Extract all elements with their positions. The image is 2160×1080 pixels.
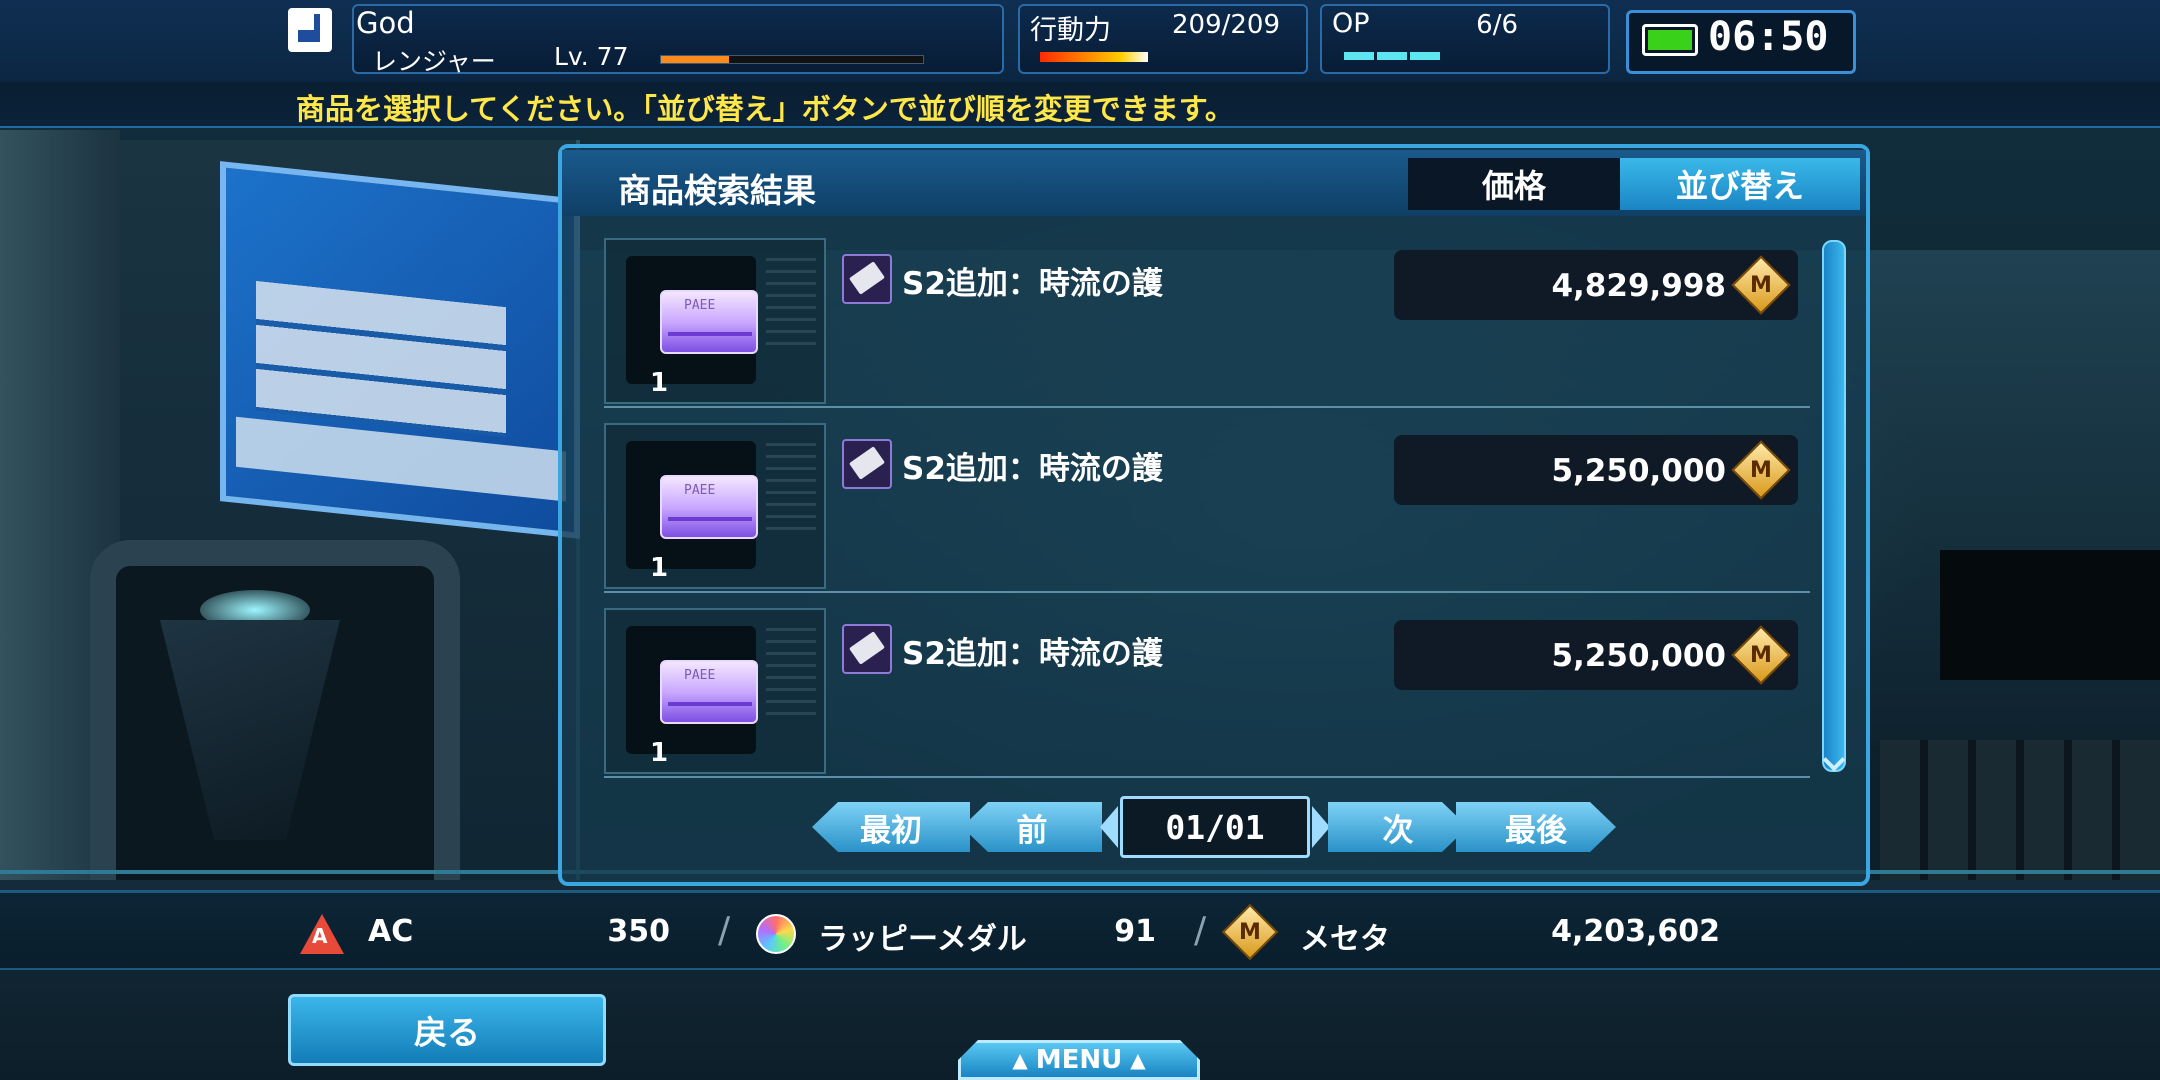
meseta-value: 4,203,602	[1551, 914, 1720, 949]
price-box: 5,250,000 M	[1394, 620, 1798, 690]
item-price: 5,250,000	[1551, 638, 1726, 674]
item-card-text: PAEE	[684, 483, 716, 498]
player-class-icon	[288, 8, 332, 52]
item-icon: PAEE 1	[626, 256, 758, 398]
item-frame: PAEE 1	[604, 423, 826, 589]
meseta-icon-letter: M	[1239, 919, 1261, 945]
op-pip	[1344, 52, 1374, 60]
ac-label: AC	[368, 914, 414, 949]
action-points-bar	[1040, 52, 1148, 62]
meseta-icon-letter: M	[1750, 272, 1772, 298]
rappy-medal-icon	[756, 914, 796, 954]
item-card-icon: PAEE	[660, 290, 758, 354]
action-points-label: 行動力	[1030, 15, 1111, 46]
right-railing	[1880, 740, 2160, 890]
sign-band	[236, 416, 566, 502]
meseta-icon-letter: M	[1750, 642, 1772, 668]
op-pip	[1377, 52, 1407, 60]
ac-value: 350	[607, 914, 670, 949]
page-indicator: 01/01	[1120, 796, 1310, 858]
item-icon: PAEE 1	[626, 626, 758, 768]
sign-grid	[256, 280, 506, 438]
item-quantity: 1	[650, 368, 669, 398]
meseta-icon: M	[1731, 440, 1791, 500]
ticket-icon	[842, 254, 892, 304]
list-scrollbar[interactable]	[1822, 240, 1846, 772]
item-card-icon: PAEE	[660, 475, 758, 539]
ticket-icon	[842, 624, 892, 674]
meseta-label: メセタ	[1300, 922, 1390, 957]
item-card-text: PAEE	[684, 668, 716, 683]
item-name: S2追加：時流の護	[902, 266, 1163, 302]
item-quantity: 1	[650, 738, 669, 768]
sort-button[interactable]: 並び替え	[1620, 158, 1860, 210]
item-quantity: 1	[650, 553, 669, 583]
panel-title: 商品検索結果	[618, 171, 816, 210]
item-frame: PAEE 1	[604, 238, 826, 404]
item-icon: PAEE 1	[626, 441, 758, 583]
medal-label: ラッピーメダル	[818, 922, 1027, 957]
experience-bar	[660, 55, 924, 64]
op-gauge	[1344, 52, 1440, 60]
player-name: God	[356, 6, 415, 40]
item-frame: PAEE 1	[604, 608, 826, 774]
instruction-bar: 商品を選択してください。「並び替え」ボタンで並び順を変更できます。	[0, 82, 2160, 128]
item-price: 4,829,998	[1551, 268, 1726, 304]
player-class: レンジャー	[372, 47, 496, 76]
menu-arrow-icon: ▲	[1012, 1048, 1028, 1072]
separator: /	[1194, 910, 1207, 951]
item-card-icon: PAEE	[660, 660, 758, 724]
neon-sign	[220, 161, 580, 539]
player-level: Lv. 77	[554, 42, 629, 71]
price-box: 5,250,000 M	[1394, 435, 1798, 505]
op-pip	[1410, 52, 1440, 60]
item-name: S2追加：時流の護	[902, 636, 1163, 672]
menu-button[interactable]: ▲ MENU ▲	[958, 1040, 1200, 1080]
separator: /	[718, 910, 731, 951]
meseta-icon-letter: M	[1750, 457, 1772, 483]
first-page-button[interactable]: 最初	[812, 802, 970, 852]
action-points-value: 209/209	[1171, 10, 1280, 40]
menu-label: MENU	[1035, 1045, 1123, 1075]
item-side-decor	[766, 628, 816, 718]
item-price: 5,250,000	[1551, 453, 1726, 489]
battery-fill	[1648, 30, 1692, 50]
item-row[interactable]: PAEE 1 S2追加：時流の護 4,829,998 M	[604, 236, 1810, 408]
clock: 06:50	[1708, 14, 1829, 60]
item-row[interactable]: PAEE 1 S2追加：時流の護 5,250,000 M	[604, 421, 1810, 593]
meseta-icon: M	[1731, 255, 1791, 315]
item-name: S2追加：時流の護	[902, 451, 1163, 487]
item-side-decor	[766, 443, 816, 533]
op-value: 6/6	[1476, 10, 1518, 40]
op-label: OP	[1332, 8, 1370, 39]
dark-window	[1940, 550, 2160, 680]
item-side-decor	[766, 258, 816, 348]
battery-icon	[1642, 24, 1698, 56]
next-page-button[interactable]: 次	[1328, 802, 1468, 852]
ticket-icon	[842, 439, 892, 489]
item-row[interactable]: PAEE 1 S2追加：時流の護 5,250,000 M	[604, 606, 1810, 778]
back-button[interactable]: 戻る	[288, 994, 606, 1066]
menu-arrow-icon: ▲	[1130, 1048, 1146, 1072]
prev-page-button[interactable]: 前	[962, 802, 1102, 852]
medal-value: 91	[1114, 914, 1156, 949]
last-page-button[interactable]: 最後	[1456, 802, 1616, 852]
price-box: 4,829,998 M	[1394, 250, 1798, 320]
sort-current-label: 価格	[1408, 158, 1620, 210]
experience-fill	[661, 56, 730, 63]
ac-icon-letter: A	[312, 924, 328, 948]
meseta-icon: M	[1731, 625, 1791, 685]
item-card-text: PAEE	[684, 298, 716, 313]
instruction-text: 商品を選択してください。「並び替え」ボタンで並び順を変更できます。	[296, 92, 1234, 126]
